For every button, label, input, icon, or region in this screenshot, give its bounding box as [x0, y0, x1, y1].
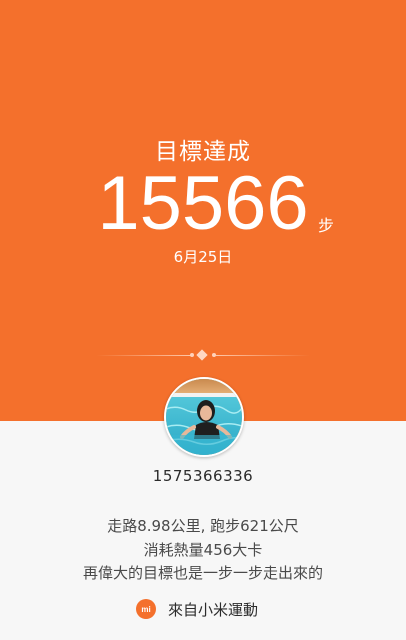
- user-photo-icon: [166, 379, 242, 455]
- activity-distance: 走路8.98公里, 跑步621公尺: [107, 517, 299, 535]
- app-source-label: 來自小米運動: [168, 600, 259, 619]
- goal-banner: 目標達成 15566 步 6月25日: [0, 0, 406, 421]
- divider-left: [96, 355, 192, 356]
- divider-diamond-icon: [196, 349, 208, 361]
- mi-logo-icon: mi: [136, 599, 156, 619]
- divider-dot-left: [190, 353, 194, 357]
- user-id: 1575366336: [152, 467, 254, 485]
- app-source-link[interactable]: mi 來自小米運動: [136, 598, 258, 620]
- activity-calories: 消耗熱量456大卡: [143, 541, 263, 559]
- avatar[interactable]: [164, 377, 244, 457]
- steps-count-row: 15566 步: [0, 160, 406, 250]
- mi-logo-text: mi: [141, 604, 151, 614]
- steps-unit: 步: [318, 216, 335, 235]
- steps-count: 15566: [97, 161, 309, 246]
- divider-right: [214, 355, 310, 356]
- goal-date: 6月25日: [173, 248, 233, 266]
- motivation-quote: 再偉大的目標也是一步一步走出來的: [82, 564, 323, 582]
